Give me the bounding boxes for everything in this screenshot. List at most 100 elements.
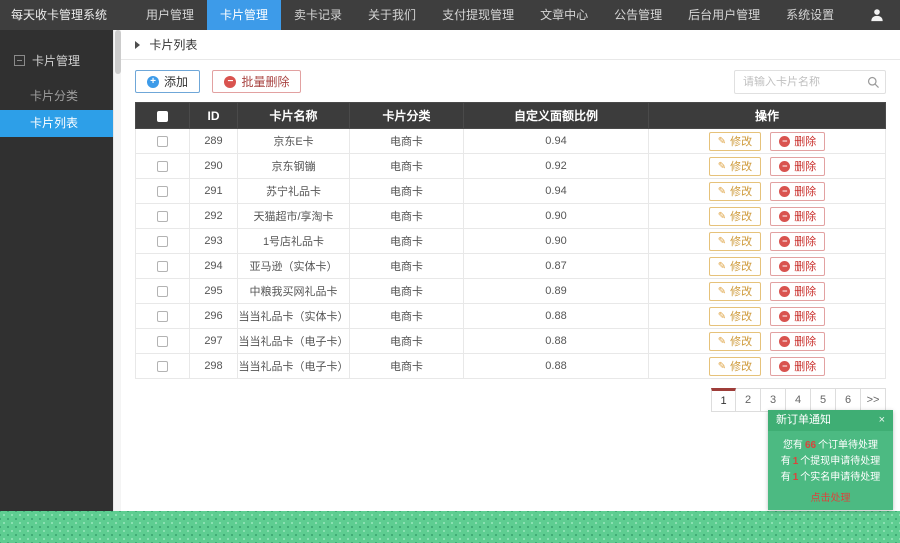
edit-button[interactable]: ✎修改 (709, 257, 761, 276)
row-checkbox[interactable] (157, 136, 168, 147)
edit-button[interactable]: ✎修改 (709, 157, 761, 176)
delete-button[interactable]: −删除 (770, 282, 825, 301)
nav-item-announcement-mgmt[interactable]: 公告管理 (601, 0, 675, 30)
close-icon[interactable]: × (879, 410, 885, 431)
minus-circle-icon: − (224, 76, 236, 88)
delete-button[interactable]: −删除 (770, 357, 825, 376)
user-avatar-icon[interactable] (854, 0, 900, 30)
cell-id: 297 (190, 329, 238, 354)
cell-id: 293 (190, 229, 238, 254)
pencil-icon: ✎ (718, 236, 726, 247)
cell-ratio: 0.90 (464, 204, 649, 229)
select-all-checkbox[interactable] (157, 111, 168, 122)
page-button-6[interactable]: 6 (836, 388, 861, 412)
sidebar-section-label: 卡片管理 (32, 52, 80, 69)
delete-button[interactable]: −删除 (770, 132, 825, 151)
cell-actions: ✎修改 −删除 (649, 354, 886, 379)
cell-ratio: 0.88 (464, 304, 649, 329)
sidebar: 卡片管理 卡片分类 卡片列表 (0, 30, 113, 511)
decorative-pattern-strip (0, 511, 900, 543)
pencil-icon: ✎ (718, 136, 726, 147)
delete-button[interactable]: −删除 (770, 232, 825, 251)
notification-action-link[interactable]: 点击处理 (774, 489, 887, 504)
row-checkbox[interactable] (157, 261, 168, 272)
table-row: 293 1号店礼品卡 电商卡 0.90 ✎修改 −删除 (136, 229, 886, 254)
nav-item-sell-records[interactable]: 卖卡记录 (281, 0, 355, 30)
page-button-3[interactable]: 3 (761, 388, 786, 412)
delete-button[interactable]: −删除 (770, 332, 825, 351)
sidebar-item-card-list[interactable]: 卡片列表 (0, 110, 113, 137)
nav-item-admin-user-mgmt[interactable]: 后台用户管理 (675, 0, 773, 30)
page-button-4[interactable]: 4 (786, 388, 811, 412)
row-checkbox[interactable] (157, 236, 168, 247)
table-row: 289 京东E卡 电商卡 0.94 ✎修改 −删除 (136, 129, 886, 154)
edit-button[interactable]: ✎修改 (709, 207, 761, 226)
search-icon[interactable] (861, 76, 885, 89)
page-button-1[interactable]: 1 (711, 388, 736, 412)
cell-card-name: 苏宁礼品卡 (238, 179, 350, 204)
minus-circle-icon: − (779, 161, 790, 172)
row-checkbox[interactable] (157, 286, 168, 297)
delete-button[interactable]: −删除 (770, 307, 825, 326)
row-checkbox[interactable] (157, 336, 168, 347)
edit-button[interactable]: ✎修改 (709, 357, 761, 376)
pencil-icon: ✎ (718, 186, 726, 197)
nav-item-card-mgmt[interactable]: 卡片管理 (207, 0, 281, 30)
row-checkbox[interactable] (157, 311, 168, 322)
cell-actions: ✎修改 −删除 (649, 329, 886, 354)
notification-title: 新订单通知 (776, 410, 831, 431)
delete-button[interactable]: −删除 (770, 157, 825, 176)
cell-ratio: 0.94 (464, 129, 649, 154)
add-button[interactable]: + 添加 (135, 70, 200, 93)
scrollbar-track[interactable] (113, 30, 121, 511)
cell-id: 294 (190, 254, 238, 279)
edit-button[interactable]: ✎修改 (709, 307, 761, 326)
page-button-2[interactable]: 2 (736, 388, 761, 412)
row-checkbox[interactable] (157, 186, 168, 197)
delete-button[interactable]: −删除 (770, 182, 825, 201)
card-table: ID 卡片名称 卡片分类 自定义面额比例 操作 289 京东E卡 电商卡 0.9… (135, 102, 886, 379)
row-checkbox[interactable] (157, 161, 168, 172)
cell-card-category: 电商卡 (350, 354, 464, 379)
nav-item-article-center[interactable]: 文章中心 (527, 0, 601, 30)
pencil-icon: ✎ (718, 211, 726, 222)
edit-button[interactable]: ✎修改 (709, 332, 761, 351)
breadcrumb: 卡片列表 (121, 30, 900, 60)
notification-body: 您有66个订单待处理 有1个提现申请待处理 有1个实名申请待处理 点击处理 (768, 431, 893, 510)
cell-card-category: 电商卡 (350, 304, 464, 329)
edit-button[interactable]: ✎修改 (709, 232, 761, 251)
cell-card-category: 电商卡 (350, 279, 464, 304)
app-window: 每天收卡管理系统 用户管理 卡片管理 卖卡记录 关于我们 支付提现管理 文章中心… (0, 0, 900, 543)
minus-circle-icon: − (779, 336, 790, 347)
table-row: 294 亚马逊（实体卡） 电商卡 0.87 ✎修改 −删除 (136, 254, 886, 279)
batch-delete-button[interactable]: − 批量删除 (212, 70, 301, 93)
delete-button[interactable]: −删除 (770, 207, 825, 226)
cell-actions: ✎修改 −删除 (649, 179, 886, 204)
cell-ratio: 0.90 (464, 229, 649, 254)
sidebar-item-card-category[interactable]: 卡片分类 (0, 83, 113, 110)
edit-button[interactable]: ✎修改 (709, 132, 761, 151)
search-input[interactable] (735, 76, 861, 88)
search-box (734, 70, 886, 94)
pencil-icon: ✎ (718, 161, 726, 172)
pending-realname-count: 1 (791, 472, 801, 483)
cell-ratio: 0.92 (464, 154, 649, 179)
nav-item-about-us[interactable]: 关于我们 (355, 0, 429, 30)
next-page-button[interactable]: >> (861, 388, 886, 412)
edit-button[interactable]: ✎修改 (709, 182, 761, 201)
page-button-5[interactable]: 5 (811, 388, 836, 412)
table-row: 296 当当礼品卡（实体卡） 电商卡 0.88 ✎修改 −删除 (136, 304, 886, 329)
nav-item-user-mgmt[interactable]: 用户管理 (133, 0, 207, 30)
pagination: 1 2 3 4 5 6 >> (121, 388, 886, 412)
row-checkbox[interactable] (157, 211, 168, 222)
minus-circle-icon: − (779, 136, 790, 147)
pencil-icon: ✎ (718, 361, 726, 372)
delete-button[interactable]: −删除 (770, 257, 825, 276)
edit-button[interactable]: ✎修改 (709, 282, 761, 301)
row-checkbox[interactable] (157, 361, 168, 372)
cell-ratio: 0.87 (464, 254, 649, 279)
pencil-icon: ✎ (718, 336, 726, 347)
nav-item-payment-withdraw-mgmt[interactable]: 支付提现管理 (429, 0, 527, 30)
nav-item-system-settings[interactable]: 系统设置 (773, 0, 847, 30)
sidebar-section-card-mgmt[interactable]: 卡片管理 (0, 30, 113, 83)
